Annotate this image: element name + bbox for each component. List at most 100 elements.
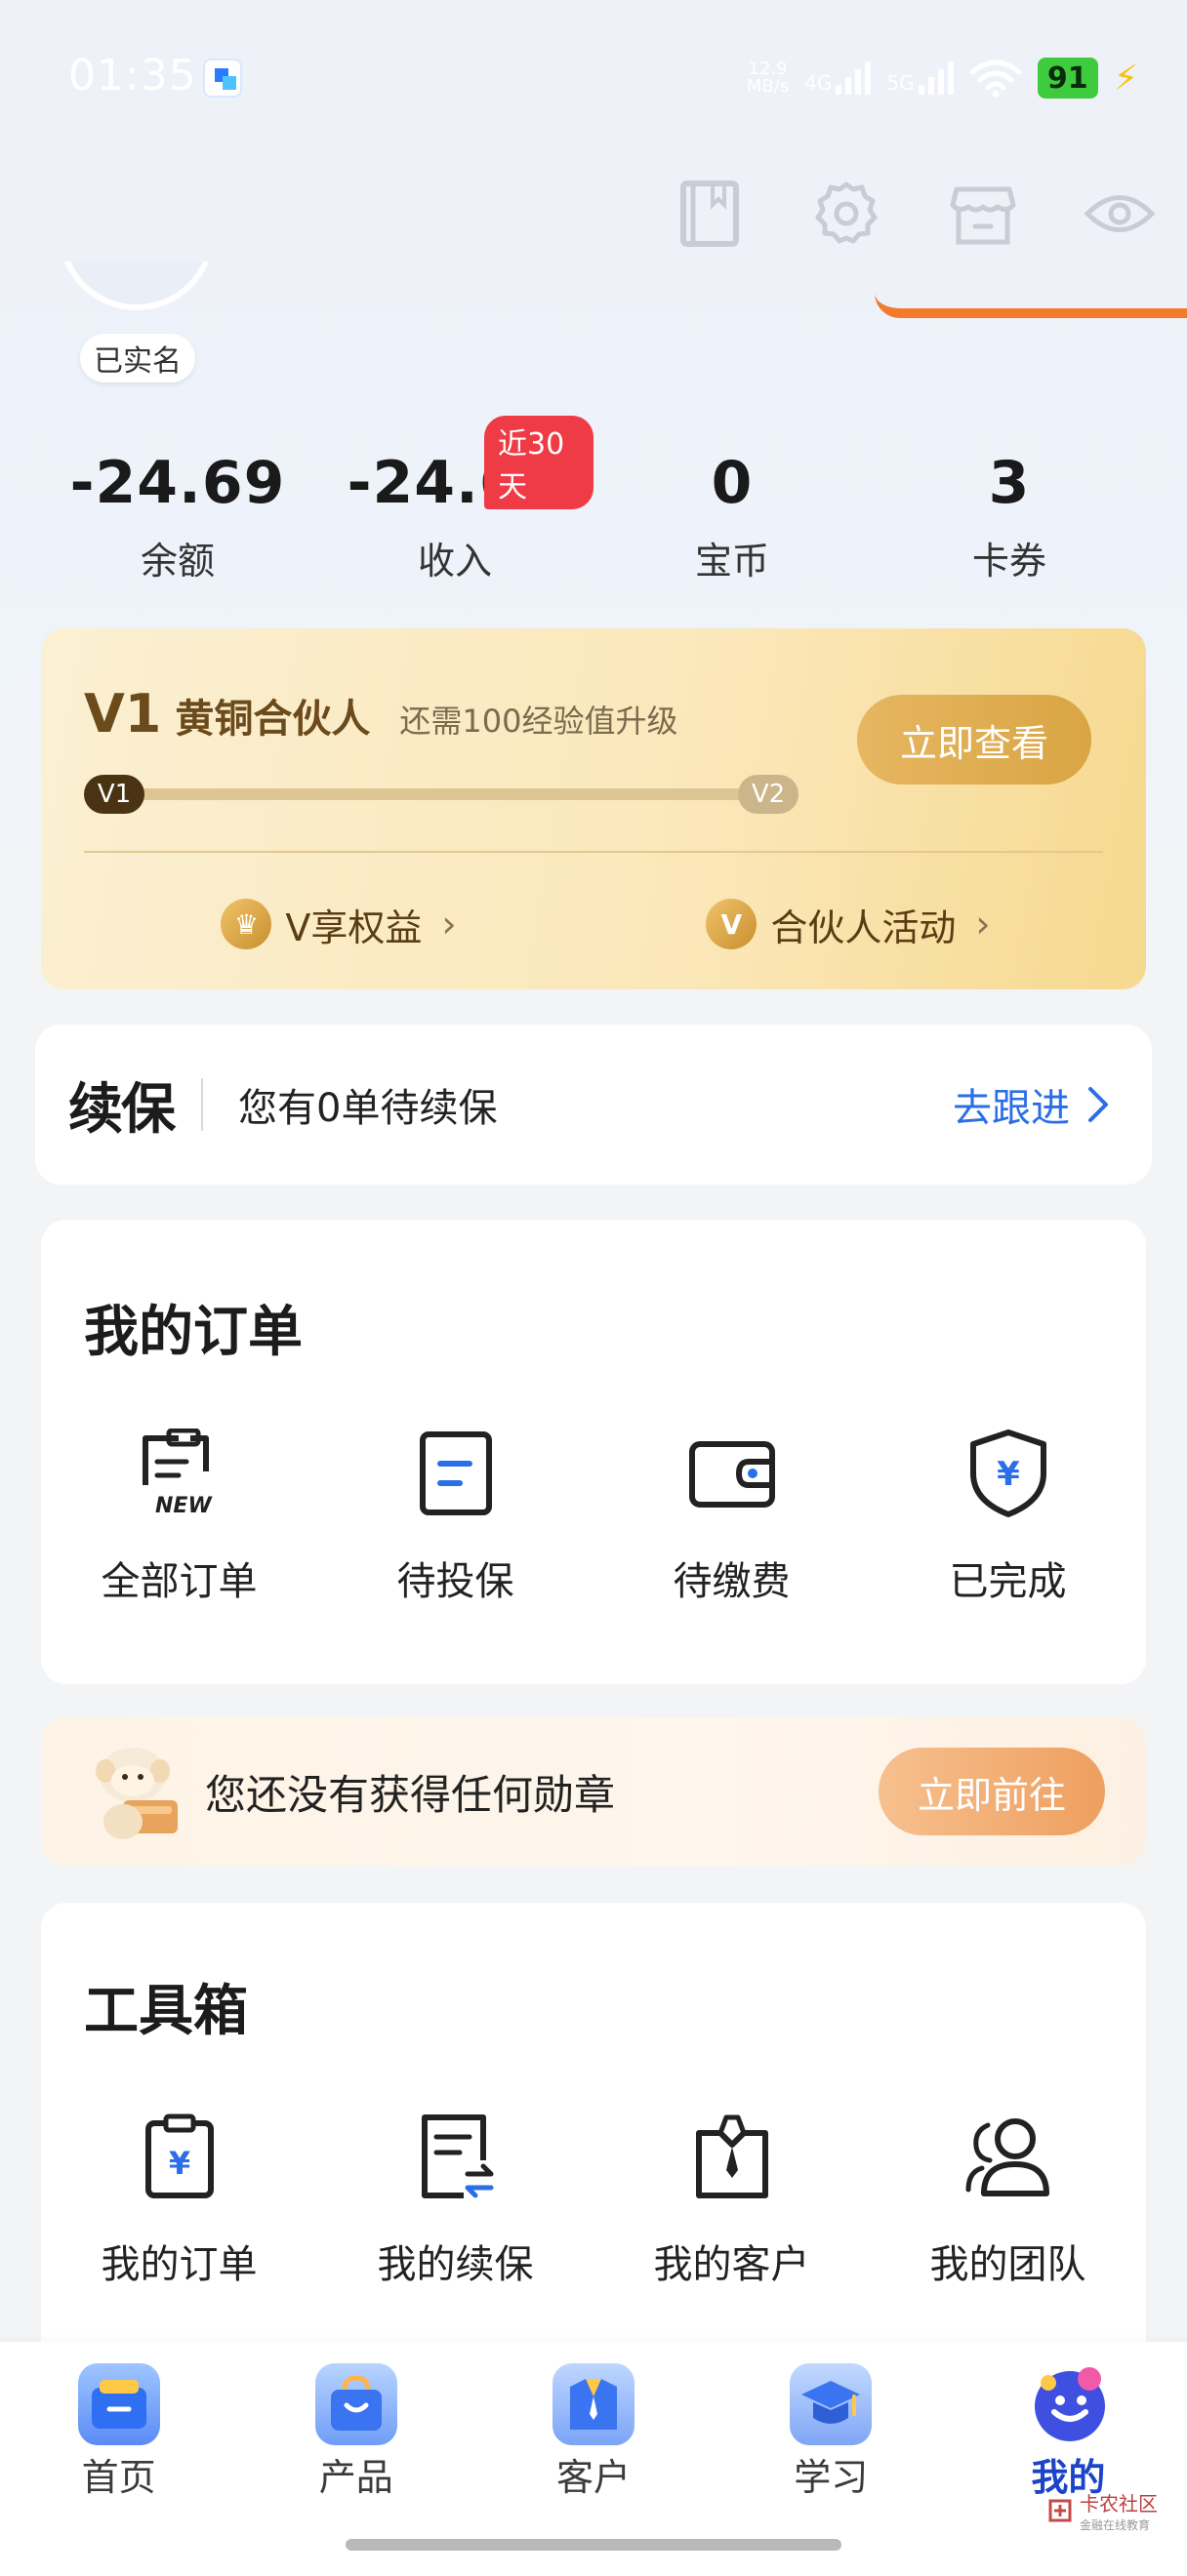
renewal-logo: 续保 (68, 1066, 176, 1145)
level-progress: V1 V2 (84, 775, 798, 814)
status-time: 01:35 (68, 51, 197, 101)
chevron-right-icon: › (975, 903, 991, 946)
header-actions (672, 176, 1158, 252)
stat-balance[interactable]: -24.69 余额 (39, 449, 316, 595)
tool-my-renewal[interactable]: 我的续保 (317, 2108, 594, 2289)
tool-my-customers[interactable]: 我的客户 (594, 2108, 870, 2289)
benefits-link[interactable]: ♛ V享权益 › (84, 890, 594, 958)
nav-home[interactable]: 首页 (0, 2342, 237, 2576)
all-orders-new-icon: NEW (131, 1425, 228, 1522)
network-speed: 12.9 MB/s (747, 60, 789, 96)
orders-grid: NEW 全部订单 待投保 待缴费 ¥ 已完成 (41, 1425, 1146, 1606)
level-upgrade-hint: 还需100经验值升级 (399, 703, 678, 740)
community-watermark: 卡农社区 金融在线教育 (1046, 2488, 1158, 2533)
partner-activity-link[interactable]: V 合伙人活动 › (594, 890, 1103, 958)
nav-label: 学习 (794, 2456, 869, 2499)
tool-my-team[interactable]: 我的团队 (870, 2108, 1146, 2289)
toolbox-grid: ¥ 我的订单 我的续保 我的客户 我的团队 (41, 2108, 1146, 2289)
follow-up-label: 去跟进 (953, 1086, 1070, 1131)
renewal-banner[interactable]: 续保 您有0单待续保 去跟进 (35, 1025, 1152, 1185)
customer-shirt-icon (553, 2363, 634, 2445)
v-badge-icon: V (706, 899, 757, 949)
yuan-shield-icon: ¥ (960, 1425, 1057, 1522)
home-icon (77, 2363, 160, 2445)
benefits-label: V享权益 (285, 906, 423, 949)
period-tag: 近30天 (484, 416, 594, 509)
stat-coins[interactable]: 0 宝币 (594, 449, 871, 595)
eye-icon[interactable] (1082, 176, 1158, 252)
orders-item-all[interactable]: NEW 全部订单 (41, 1425, 317, 1606)
account-stats: -24.69 余额 近30天 -24.69 收入 0 宝币 3 卡券 (39, 416, 1148, 595)
view-now-button[interactable]: 立即查看 (857, 695, 1091, 785)
status-bar: 01:35 12.9 MB/s 4G 5G 91 ⚡ (0, 0, 1187, 156)
toolbox-panel: 工具箱 ¥ 我的订单 我的续保 我的客户 我的团队 (41, 1903, 1146, 2391)
network-type-2: 5G (886, 71, 915, 95)
progress-track (103, 788, 777, 800)
tool-my-orders[interactable]: ¥ 我的订单 (41, 2108, 317, 2289)
orders-item-label: 已完成 (949, 1559, 1067, 1604)
watermark-logo-icon (1048, 2499, 1072, 2522)
avatar[interactable] (49, 262, 225, 330)
app-notification-icon (203, 59, 242, 98)
my-orders-panel: 我的订单 NEW 全部订单 待投保 待缴费 ¥ 已完成 (41, 1220, 1146, 1684)
panel-title: 工具箱 (84, 1980, 248, 2043)
mascot-profile-icon (1027, 2363, 1109, 2445)
watermark-title: 卡农社区 (1080, 2492, 1158, 2516)
store-icon[interactable] (945, 176, 1021, 252)
medal-text: 您还没有获得任何勋章 (205, 1770, 616, 1819)
network-type-1: 4G (804, 71, 833, 95)
home-indicator[interactable] (346, 2539, 841, 2551)
verified-badge: 已实名 (80, 334, 195, 382)
progress-start-node: V1 (84, 775, 144, 814)
medal-banner: 您还没有获得任何勋章 立即前往 (41, 1717, 1146, 1866)
graduation-cap-icon (790, 2363, 873, 2445)
shopping-bag-icon (314, 2363, 397, 2445)
stat-coupons[interactable]: 3 卡券 (871, 449, 1148, 595)
nav-mine[interactable]: 我的 (950, 2342, 1187, 2576)
renewal-logo-prefix: 续 (68, 1077, 123, 1142)
orders-item-pending-payment[interactable]: 待缴费 (594, 1425, 870, 1606)
level-code: V1 (84, 683, 162, 745)
banner-edge-accent (875, 293, 1187, 318)
nav-label: 首页 (81, 2456, 156, 2499)
member-level-card: V1 黄铜合伙人 还需100经验值升级 立即查看 V1 V2 ♛ V享权益 › … (41, 628, 1146, 989)
go-now-button[interactable]: 立即前往 (879, 1748, 1105, 1835)
level-name: 黄铜合伙人 (175, 697, 371, 742)
renewal-logo-suffix: 保 (121, 1077, 176, 1142)
pending-insure-icon (407, 1425, 505, 1522)
crown-icon: ♛ (221, 899, 272, 949)
stat-value: -24.69 (69, 449, 286, 517)
book-icon[interactable] (672, 176, 748, 252)
partner-activity-label: 合伙人活动 (770, 906, 957, 949)
customer-tie-icon (683, 2108, 781, 2205)
nav-label: 客户 (556, 2456, 632, 2499)
progress-end-node: V2 (738, 775, 798, 814)
tool-label: 我的团队 (929, 2242, 1086, 2287)
level-title: V1 黄铜合伙人 还需100经验值升级 (84, 683, 677, 745)
chevron-right-icon (1088, 1087, 1108, 1122)
stat-value: 3 (988, 449, 1031, 517)
orders-item-pending-insure[interactable]: 待投保 (317, 1425, 594, 1606)
mascot-icon (84, 1738, 191, 1845)
team-people-icon (960, 2108, 1057, 2205)
stat-label: 宝币 (694, 540, 769, 583)
tool-label: 我的客户 (653, 2242, 810, 2287)
orders-item-completed[interactable]: ¥ 已完成 (870, 1425, 1146, 1606)
follow-up-link[interactable]: 去跟进 (953, 1076, 1109, 1133)
panel-title: 我的订单 (84, 1301, 303, 1364)
tool-label: 我的续保 (377, 2242, 534, 2287)
wifi-icon (969, 60, 1022, 98)
yuan-clipboard-icon: ¥ (131, 2108, 228, 2205)
renewal-doc-icon (407, 2108, 505, 2205)
stat-value: 0 (711, 449, 754, 517)
gear-icon[interactable] (808, 176, 884, 252)
battery-level: 91 (1037, 58, 1098, 99)
network-speed-unit: MB/s (746, 76, 790, 97)
nav-label: 产品 (318, 2456, 393, 2499)
stat-income[interactable]: 近30天 -24.69 收入 (316, 416, 594, 595)
signal-4g-icon: 4G (804, 61, 872, 95)
stat-label: 收入 (417, 540, 492, 583)
tool-label: 我的订单 (101, 2242, 258, 2287)
orders-item-label: 待缴费 (673, 1559, 791, 1604)
orders-item-label: 全部订单 (101, 1559, 258, 1604)
